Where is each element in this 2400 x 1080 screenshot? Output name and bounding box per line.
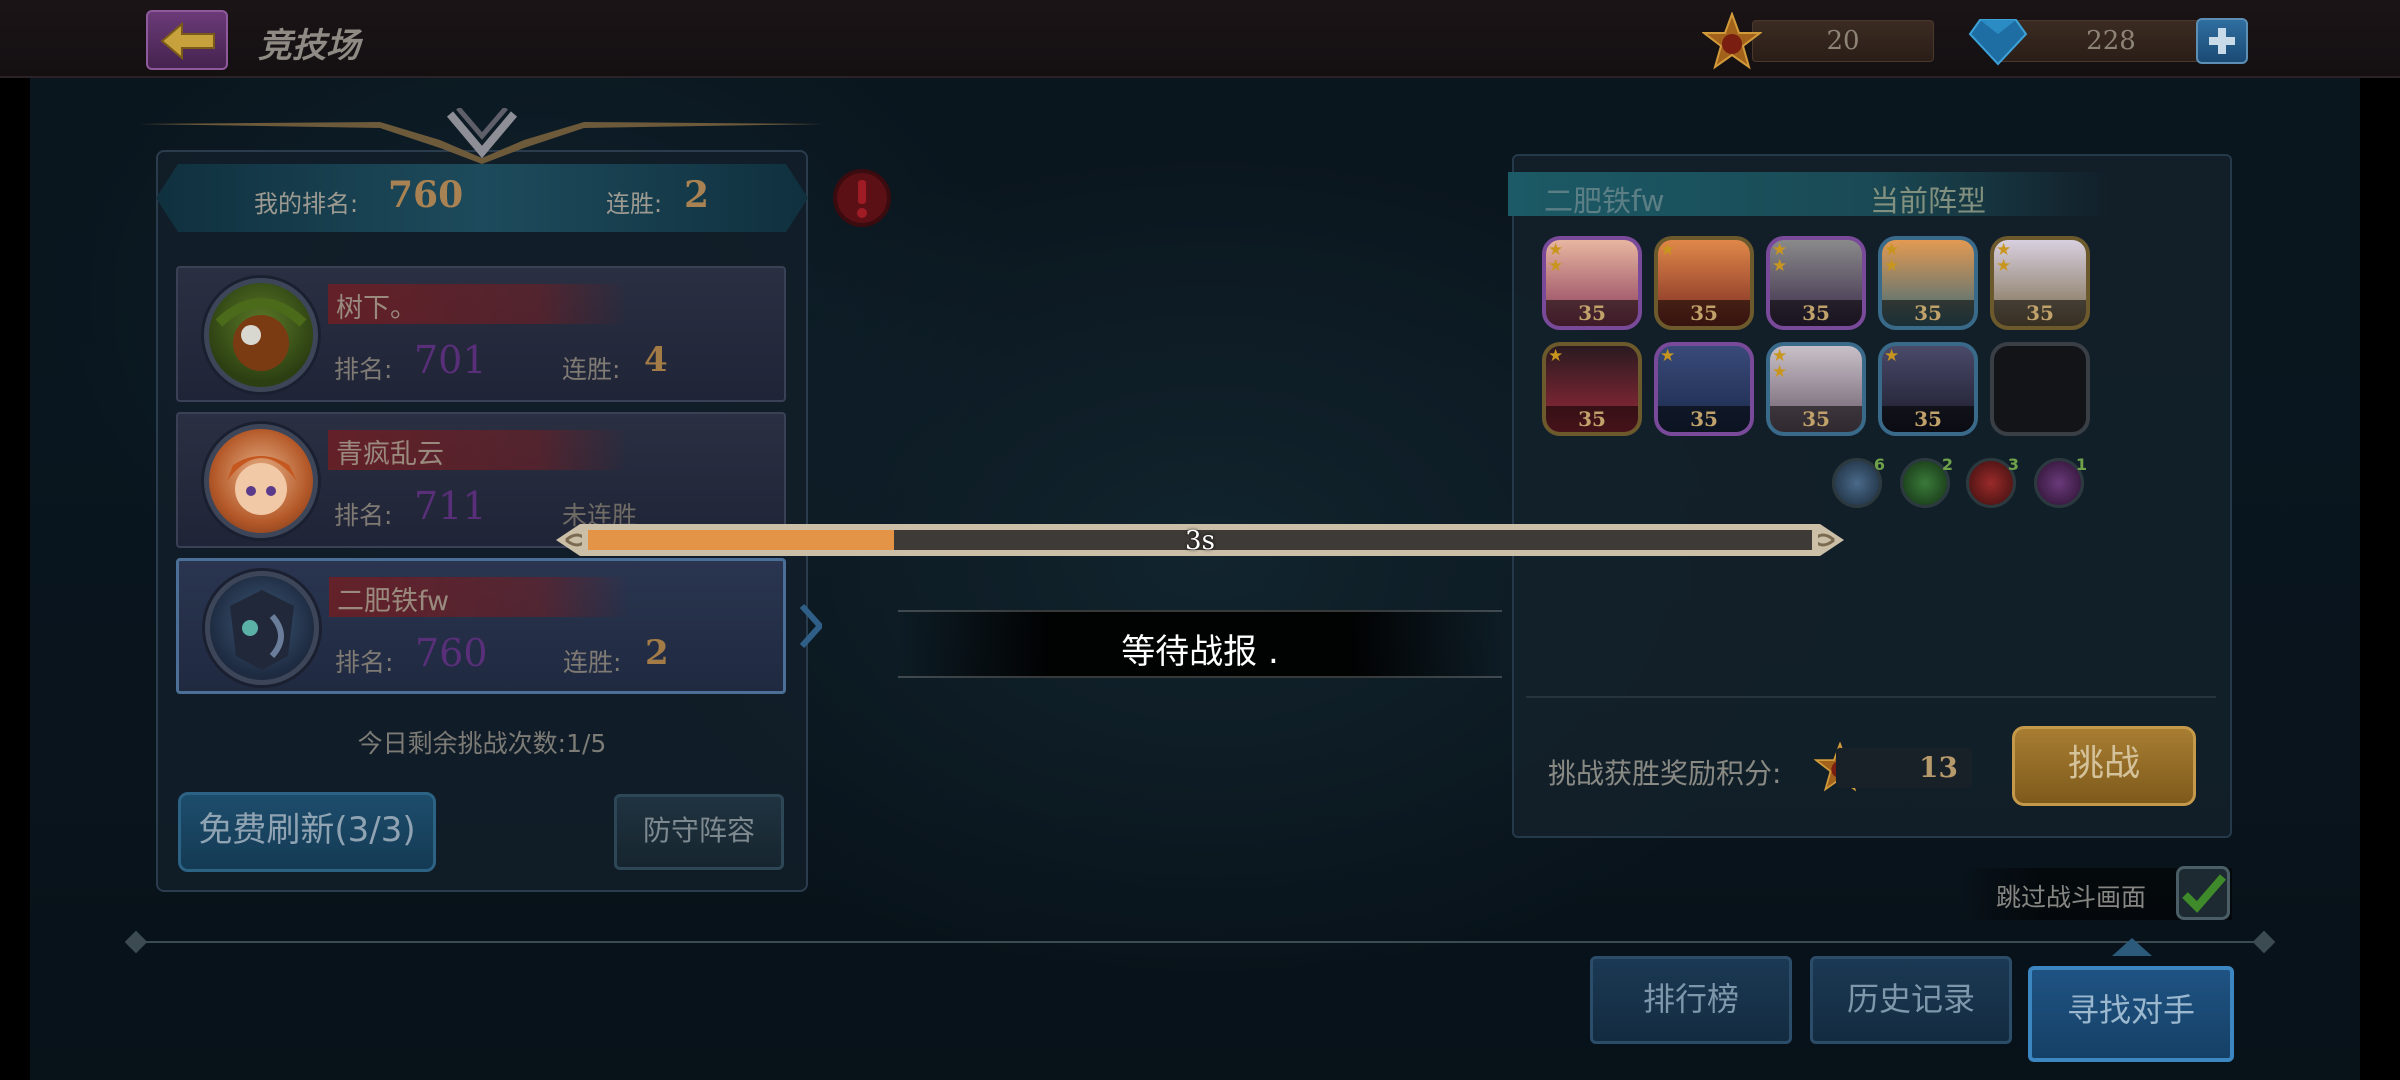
- reward-label: 挑战获胜奖励积分:: [1548, 757, 1782, 790]
- hero-level: 35: [1882, 406, 1974, 432]
- opponent-card-3[interactable]: 二肥铁fw 排名: 760 连胜: 2: [176, 558, 786, 694]
- crossed-swords-ornament: [140, 108, 824, 164]
- checkmark-icon: [2182, 874, 2227, 913]
- screen-title: 竞技场: [258, 26, 360, 66]
- empty-hero-slot[interactable]: [1990, 342, 2090, 436]
- my-rank-value: 760: [388, 174, 464, 216]
- hero-level: 35: [1658, 406, 1750, 432]
- faction-purple-icon: 1: [2034, 455, 2087, 508]
- back-arrow-icon: [160, 22, 215, 60]
- my-streak-label: 连胜:: [606, 190, 663, 218]
- hero-level: 35: [1770, 406, 1862, 432]
- tab-pointer-icon: [2112, 938, 2152, 956]
- opponent-rank-value: 760: [415, 631, 488, 675]
- hero-level: 35: [1546, 406, 1638, 432]
- bottom-divider-line: [126, 941, 2272, 943]
- faction-blue-icon: 6: [1832, 455, 1885, 508]
- free-refresh-button[interactable]: 免费刷新(3/3): [178, 792, 436, 872]
- opponent-streak-value: 2: [645, 633, 669, 673]
- faction-green-icon: 2: [1900, 455, 1953, 508]
- my-streak-value: 2: [684, 174, 710, 216]
- add-diamond-button[interactable]: [2196, 18, 2248, 64]
- opponent-rank-label: 排名:: [335, 648, 394, 677]
- hero-slot[interactable]: ★ 35: [1542, 342, 1642, 436]
- formation-title: 当前阵型: [1870, 184, 1987, 218]
- alert-icon[interactable]: [832, 168, 892, 228]
- waiting-text: 等待战报 .: [1121, 632, 1279, 672]
- faction-count: 2: [1941, 455, 1953, 474]
- hero-level: 35: [1546, 300, 1638, 326]
- divider: [1526, 696, 2216, 698]
- history-button[interactable]: 历史记录: [1810, 956, 2012, 1044]
- hero-slot[interactable]: ★ ★ 35: [1766, 236, 1866, 330]
- opponent-card-1[interactable]: 树下。 排名: 701 连胜: 4: [176, 266, 786, 402]
- opponent-rank-label: 排名:: [334, 501, 393, 530]
- waiting-banner: 等待战报 .: [898, 610, 1502, 678]
- hero-slot[interactable]: ★ ★ 35: [1878, 236, 1978, 330]
- opponent-avatar: [205, 571, 319, 685]
- opponent-name: 青疯乱云: [336, 439, 444, 470]
- opponent-streak-label: 连胜:: [562, 355, 621, 384]
- hero-slot[interactable]: ★ ★ 35: [1990, 236, 2090, 330]
- skip-battle-label: 跳过战斗画面: [1996, 883, 2147, 912]
- hero-level: 35: [1882, 300, 1974, 326]
- hero-slot[interactable]: ★ ★ 35: [1542, 236, 1642, 330]
- hero-level: 35: [1770, 300, 1862, 326]
- hero-slot[interactable]: ★ 35: [1878, 342, 1978, 436]
- faction-red-icon: 3: [1966, 455, 2019, 508]
- hero-level: 35: [1658, 300, 1750, 326]
- diamond-icon: [1968, 19, 2028, 66]
- plus-icon: [2209, 28, 2235, 54]
- opponent-streak-label: 连胜:: [563, 648, 622, 677]
- trophy-count: 20: [1826, 26, 1860, 56]
- diamond-count: 228: [2086, 26, 2136, 56]
- opponent-rank-value: 701: [414, 338, 487, 382]
- trophy-counter: 20: [1752, 20, 1934, 62]
- formation-player-name: 二肥铁fw: [1544, 184, 1665, 218]
- defense-lineup-button[interactable]: 防守阵容: [614, 794, 784, 870]
- remaining-challenges: 今日剩余挑战次数:1/5: [357, 729, 607, 758]
- hero-slot[interactable]: ★ 35: [1654, 342, 1754, 436]
- challenge-button[interactable]: 挑战: [2012, 726, 2196, 806]
- opponent-avatar: [204, 424, 318, 538]
- opponent-name: 树下。: [336, 293, 417, 324]
- hero-level: 35: [1994, 300, 2086, 326]
- faction-count: 3: [2007, 455, 2019, 474]
- hero-slot[interactable]: ★ ★ 35: [1766, 342, 1866, 436]
- reward-value: 13: [1836, 748, 1972, 788]
- opponent-rank-value: 711: [414, 484, 487, 528]
- opponent-name: 二肥铁fw: [337, 586, 450, 617]
- diamond-counter: 228: [1998, 20, 2224, 62]
- faction-count: 1: [2075, 455, 2087, 474]
- selected-chevron-icon: [800, 604, 822, 648]
- find-opponent-button[interactable]: 寻找对手: [2028, 966, 2234, 1062]
- leaderboard-button[interactable]: 排行榜: [1590, 956, 1792, 1044]
- faction-count: 6: [1873, 455, 1885, 474]
- formation-header: 二肥铁fw 当前阵型: [1508, 172, 2108, 218]
- my-rank-label: 我的排名:: [254, 190, 359, 218]
- opponent-streak-value: 4: [644, 340, 668, 380]
- top-bar: 竞技场 20 228: [0, 0, 2400, 78]
- opponent-avatar: [204, 278, 318, 392]
- skip-battle-checkbox[interactable]: [2176, 866, 2230, 920]
- loading-progress-bar: 3s: [556, 518, 1844, 562]
- back-button[interactable]: [146, 10, 228, 70]
- hero-slot[interactable]: ★ 35: [1654, 236, 1754, 330]
- trophy-star-icon: [1702, 12, 1762, 70]
- progress-countdown: 3s: [1185, 526, 1215, 556]
- opponent-rank-label: 排名:: [334, 355, 393, 384]
- my-rank-banner: 我的排名: 760 连胜: 2: [156, 164, 808, 232]
